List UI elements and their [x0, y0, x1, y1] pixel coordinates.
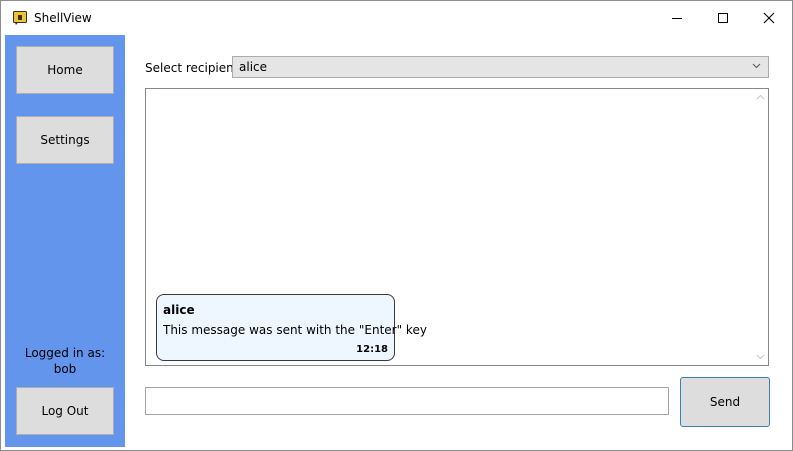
logged-in-username: bob [53, 362, 77, 376]
maximize-button[interactable] [700, 1, 746, 35]
maximize-icon [718, 13, 728, 23]
sidebar: Home Settings Logged in as: bob Log Out [5, 35, 125, 447]
scroll-down-icon[interactable] [756, 354, 765, 360]
message-sender: alice [163, 303, 195, 317]
minimize-icon [672, 18, 682, 19]
close-icon [763, 12, 775, 24]
scroll-up-icon[interactable] [756, 94, 765, 100]
message-input[interactable] [145, 387, 669, 415]
title-bar[interactable]: ShellView [1, 1, 792, 35]
message-text: This message was sent with the "Enter" k… [163, 323, 427, 337]
shell-app-icon [13, 11, 27, 25]
message-list[interactable]: alice This message was sent with the "En… [145, 88, 769, 366]
message-time: 12:18 [356, 344, 388, 355]
logout-button[interactable]: Log Out [16, 387, 114, 435]
home-button[interactable]: Home [16, 46, 114, 94]
logged-in-label: Logged in as: [24, 346, 106, 360]
app-window: ShellView Home Settings Logged in as: bo… [0, 0, 793, 451]
message-bubble: alice This message was sent with the "En… [156, 294, 427, 361]
close-button[interactable] [746, 1, 792, 35]
recipient-select[interactable]: alice [232, 56, 769, 78]
chat-panel: Select recipient: alice alice This messa… [125, 35, 792, 447]
send-button[interactable]: Send [680, 377, 770, 427]
settings-button[interactable]: Settings [16, 116, 114, 164]
window-title: ShellView [34, 11, 92, 25]
recipient-value: alice [239, 60, 268, 74]
chevron-down-icon [752, 63, 761, 69]
minimize-button[interactable] [654, 1, 700, 35]
recipient-label: Select recipient: [145, 61, 243, 75]
vertical-scrollbar[interactable] [753, 89, 768, 365]
